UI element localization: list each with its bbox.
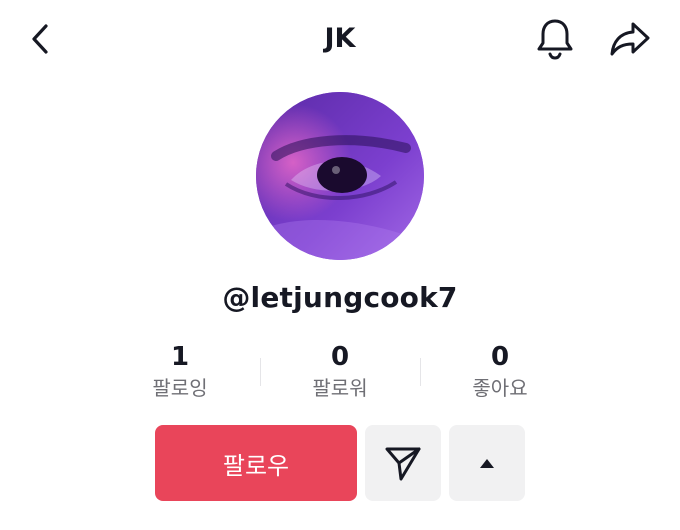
share-arrow-icon [610,22,650,56]
header: JK [0,0,680,80]
share-button[interactable] [606,16,654,62]
profile-stats: 1 팔로잉 0 팔로워 0 좋아요 [100,340,580,406]
likes-label: 좋아요 [472,376,528,400]
stat-followers[interactable]: 0 팔로워 [260,340,420,402]
followers-count: 0 [330,342,350,372]
caret-up-icon [480,459,494,468]
profile-page: JK @letjungcook7 1 팔로잉 0 팔로워 0 좋아요 팔로우 [0,0,680,530]
following-label: 팔로잉 [152,376,208,400]
following-count: 1 [170,342,190,372]
more-button[interactable] [449,425,525,501]
send-icon [385,447,421,481]
page-title: JK [324,23,356,54]
follow-button[interactable]: 팔로우 [155,425,357,501]
avatar-eye-image [256,92,424,260]
username: @letjungcook7 [222,281,458,314]
likes-count: 0 [490,342,510,372]
chevron-left-icon [32,24,48,54]
bell-icon [537,19,573,60]
notifications-button[interactable] [532,16,578,62]
stat-likes[interactable]: 0 좋아요 [420,340,580,402]
profile-avatar[interactable] [256,92,424,260]
message-button[interactable] [365,425,441,501]
followers-label: 팔로워 [312,376,368,400]
back-button[interactable] [22,18,58,60]
stat-following[interactable]: 1 팔로잉 [100,340,260,402]
